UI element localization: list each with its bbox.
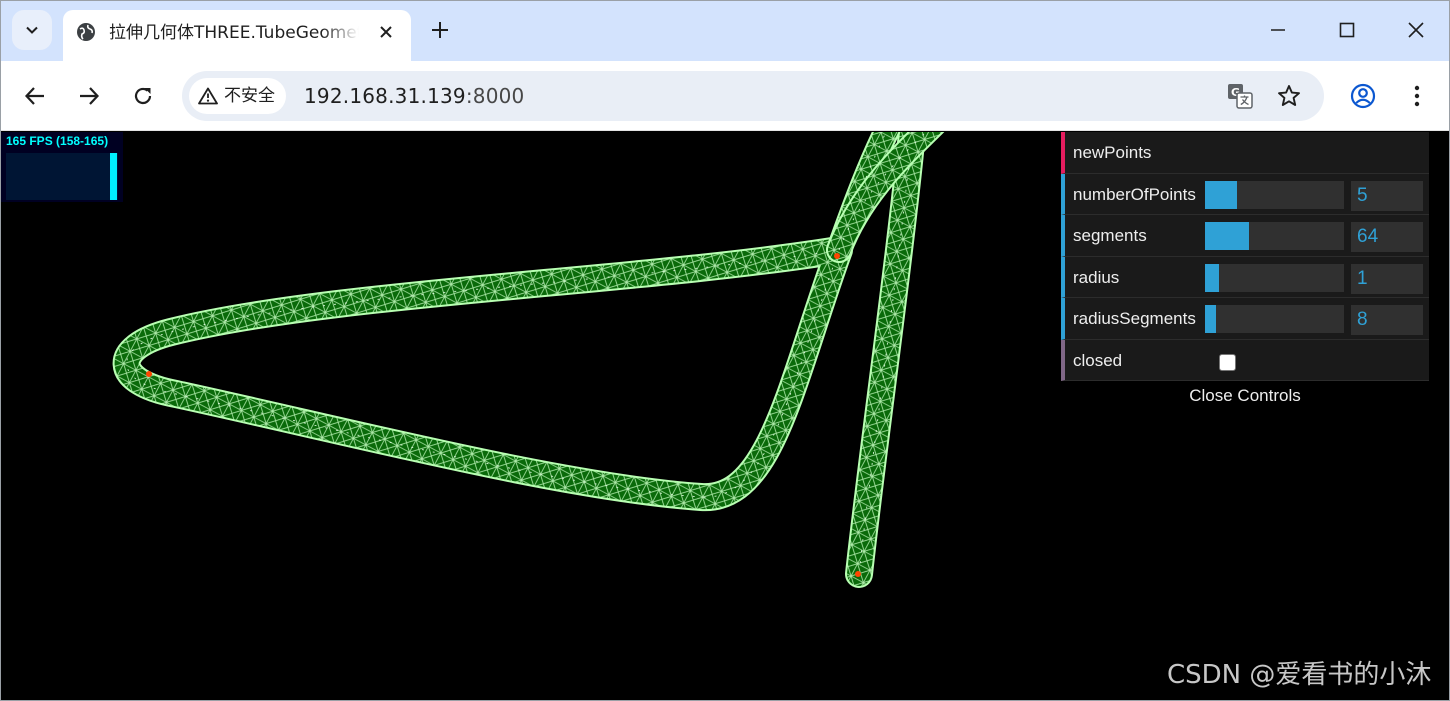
gui-row-radiussegments: radiusSegments bbox=[1061, 298, 1429, 340]
reload-icon bbox=[134, 87, 152, 105]
translate-icon: G bbox=[1228, 84, 1253, 109]
url-text[interactable]: 192.168.31.139:8000 bbox=[304, 84, 524, 108]
minimize-button[interactable] bbox=[1263, 15, 1293, 45]
tube-segment bbox=[112, 236, 853, 512]
slider-fill bbox=[1205, 305, 1217, 333]
arrow-left-icon bbox=[24, 87, 44, 105]
address-bar[interactable]: 不安全 192.168.31.139:8000 G bbox=[182, 71, 1324, 121]
forward-button[interactable] bbox=[74, 81, 104, 111]
gui-label-closed: closed bbox=[1073, 350, 1123, 370]
slider-fill bbox=[1205, 180, 1237, 209]
dat-gui-panel: newPoints numberOfPoints segments radius… bbox=[1061, 132, 1429, 411]
watermark: CSDN @爱看书的小沐 bbox=[1167, 660, 1432, 690]
tube-mesh bbox=[112, 132, 945, 588]
gui-label-newpoints: newPoints bbox=[1073, 143, 1152, 162]
radiussegments-input[interactable] bbox=[1351, 305, 1423, 335]
gui-label-radius: radius bbox=[1073, 267, 1120, 287]
segments-input[interactable] bbox=[1351, 222, 1423, 252]
gui-row-newpoints[interactable]: newPoints bbox=[1061, 132, 1429, 174]
radiussegments-slider[interactable] bbox=[1205, 305, 1344, 333]
control-point bbox=[146, 371, 152, 377]
security-chip[interactable]: 不安全 bbox=[189, 78, 286, 114]
maximize-button[interactable] bbox=[1332, 15, 1362, 45]
control-point bbox=[834, 253, 840, 259]
kebab-menu-icon bbox=[1414, 85, 1420, 107]
fps-readout: 165 FPS (158-165) bbox=[6, 134, 109, 148]
segments-slider[interactable] bbox=[1205, 222, 1344, 250]
webgl-viewport[interactable]: 165 FPS (158-165) newPoints numberOfPoin… bbox=[1, 132, 1449, 700]
security-label: 不安全 bbox=[224, 86, 275, 106]
gui-label-radiussegments: radiusSegments bbox=[1073, 309, 1196, 328]
minimize-icon bbox=[1271, 29, 1285, 31]
close-controls-button[interactable]: Close Controls bbox=[1061, 381, 1429, 411]
tab-title: 拉伸几何体THREE.TubeGeometry bbox=[109, 23, 359, 43]
reload-button[interactable] bbox=[128, 81, 158, 111]
gui-label-segments: segments bbox=[1073, 226, 1147, 245]
maximize-icon bbox=[1339, 22, 1355, 38]
tab-strip: 拉伸几何体THREE.TubeGeometry bbox=[1, 1, 1449, 61]
closed-checkbox[interactable] bbox=[1219, 353, 1236, 371]
browser-toolbar: 不安全 192.168.31.139:8000 G bbox=[1, 61, 1449, 131]
close-icon bbox=[1408, 22, 1424, 38]
warning-icon bbox=[198, 87, 218, 105]
gui-row-closed: closed bbox=[1061, 339, 1429, 381]
slider-fill bbox=[1205, 222, 1250, 250]
globe-icon bbox=[77, 23, 95, 41]
back-button[interactable] bbox=[20, 81, 50, 111]
fps-graph bbox=[6, 153, 118, 200]
profile-icon bbox=[1350, 83, 1376, 109]
menu-button[interactable] bbox=[1402, 81, 1432, 111]
tab-search-button[interactable] bbox=[12, 10, 52, 50]
gui-row-numberofpoints: numberOfPoints bbox=[1061, 173, 1429, 215]
gui-label-numberofpoints: numberOfPoints bbox=[1073, 184, 1196, 204]
slider-fill bbox=[1205, 263, 1219, 292]
url-port: :8000 bbox=[465, 84, 525, 108]
radius-input[interactable] bbox=[1351, 263, 1423, 294]
bookmark-button[interactable] bbox=[1275, 82, 1303, 110]
browser-window: 拉伸几何体THREE.TubeGeometry 不安全 192.168.31.1… bbox=[0, 0, 1450, 701]
translate-button[interactable]: G bbox=[1226, 82, 1254, 110]
numberofpoints-input[interactable] bbox=[1351, 180, 1423, 211]
numberofpoints-slider[interactable] bbox=[1205, 180, 1344, 209]
fps-graph-bar bbox=[110, 153, 117, 200]
profile-button[interactable] bbox=[1348, 81, 1378, 111]
tab-close-button[interactable] bbox=[375, 21, 397, 43]
stats-panel[interactable]: 165 FPS (158-165) bbox=[1, 132, 123, 202]
chevron-down-icon bbox=[26, 26, 38, 34]
control-point bbox=[855, 571, 861, 577]
radius-slider[interactable] bbox=[1205, 263, 1344, 292]
close-icon bbox=[380, 26, 392, 38]
url-host: 192.168.31.139 bbox=[304, 84, 466, 108]
arrow-right-icon bbox=[80, 87, 100, 105]
plus-icon bbox=[432, 22, 448, 38]
active-tab[interactable]: 拉伸几何体THREE.TubeGeometry bbox=[63, 10, 411, 61]
gui-row-radius: radius bbox=[1061, 256, 1429, 298]
star-icon bbox=[1278, 85, 1300, 106]
gui-row-segments: segments bbox=[1061, 215, 1429, 257]
new-tab-button[interactable] bbox=[425, 15, 455, 45]
close-window-button[interactable] bbox=[1401, 15, 1431, 45]
